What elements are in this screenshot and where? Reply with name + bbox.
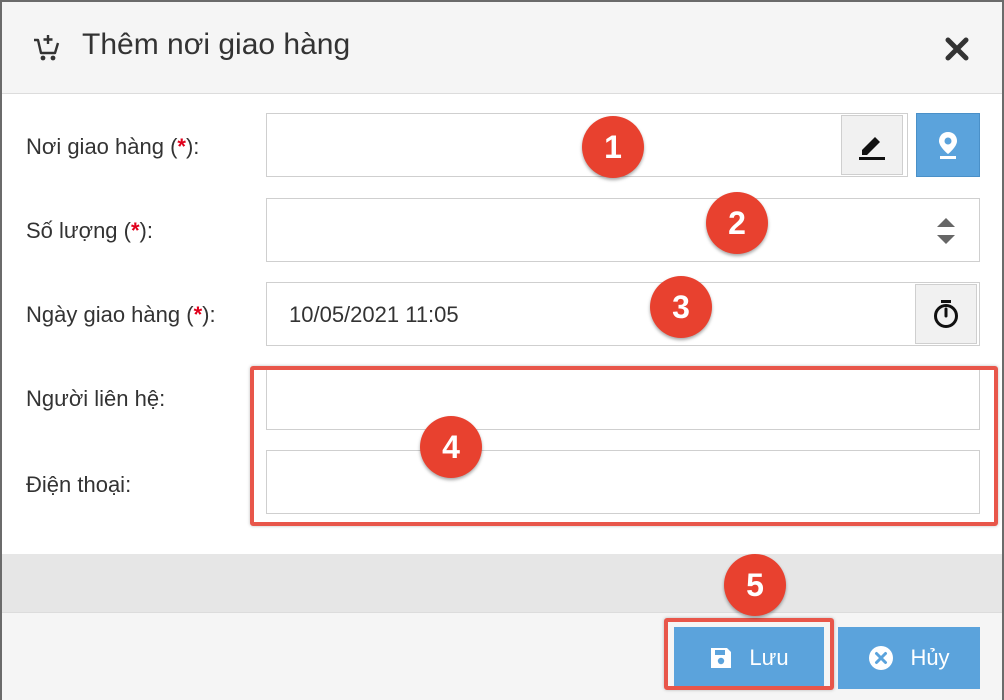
required-mark: * <box>177 134 186 159</box>
spinner-arrows-icon[interactable] <box>935 215 957 247</box>
dialog-spacer-band <box>2 554 1002 612</box>
delivery-date-value: 10/05/2021 11:05 <box>289 302 459 327</box>
annotation-badge-2: 2 <box>706 192 768 254</box>
annotation-badge-3: 3 <box>650 276 712 338</box>
annotation-badge-4: 4 <box>420 416 482 478</box>
cancel-circle-icon <box>869 646 894 670</box>
save-button-highlight <box>664 618 834 690</box>
add-delivery-dialog: Thêm nơi giao hàng Nơi giao hàng (*): Số… <box>0 0 1004 700</box>
delivery-date-label: Ngày giao hàng (*): <box>26 302 216 327</box>
cancel-label: Hủy <box>910 645 950 670</box>
map-marker-icon <box>939 132 957 159</box>
dialog-title: Thêm nơi giao hàng <box>82 28 351 61</box>
annotation-badge-1: 1 <box>582 116 644 178</box>
contact-person-label: Người liên hệ: <box>26 386 166 411</box>
dialog-footer: Lưu Hủy <box>2 612 1002 700</box>
dialog-header: Thêm nơi giao hàng <box>2 2 1002 94</box>
quantity-label: Số lượng (*): <box>26 218 153 243</box>
time-picker-button[interactable] <box>915 284 977 344</box>
delivery-date-input[interactable]: 10/05/2021 11:05 <box>266 282 980 346</box>
cart-plus-icon <box>34 35 60 61</box>
required-mark: * <box>130 218 140 243</box>
pencil-icon <box>859 137 885 160</box>
edit-place-button[interactable] <box>841 115 903 175</box>
delivery-place-label: Nơi giao hàng (*): <box>26 134 200 159</box>
contact-fields-highlight <box>250 366 998 526</box>
phone-label: Điện thoại: <box>26 472 132 497</box>
cancel-button[interactable]: Hủy <box>838 627 980 689</box>
map-location-button[interactable] <box>916 113 980 177</box>
close-icon[interactable] <box>942 34 972 64</box>
quantity-input[interactable] <box>266 198 980 262</box>
annotation-badge-5: 5 <box>724 554 786 616</box>
required-mark: * <box>193 302 203 327</box>
stopwatch-icon <box>934 300 958 328</box>
